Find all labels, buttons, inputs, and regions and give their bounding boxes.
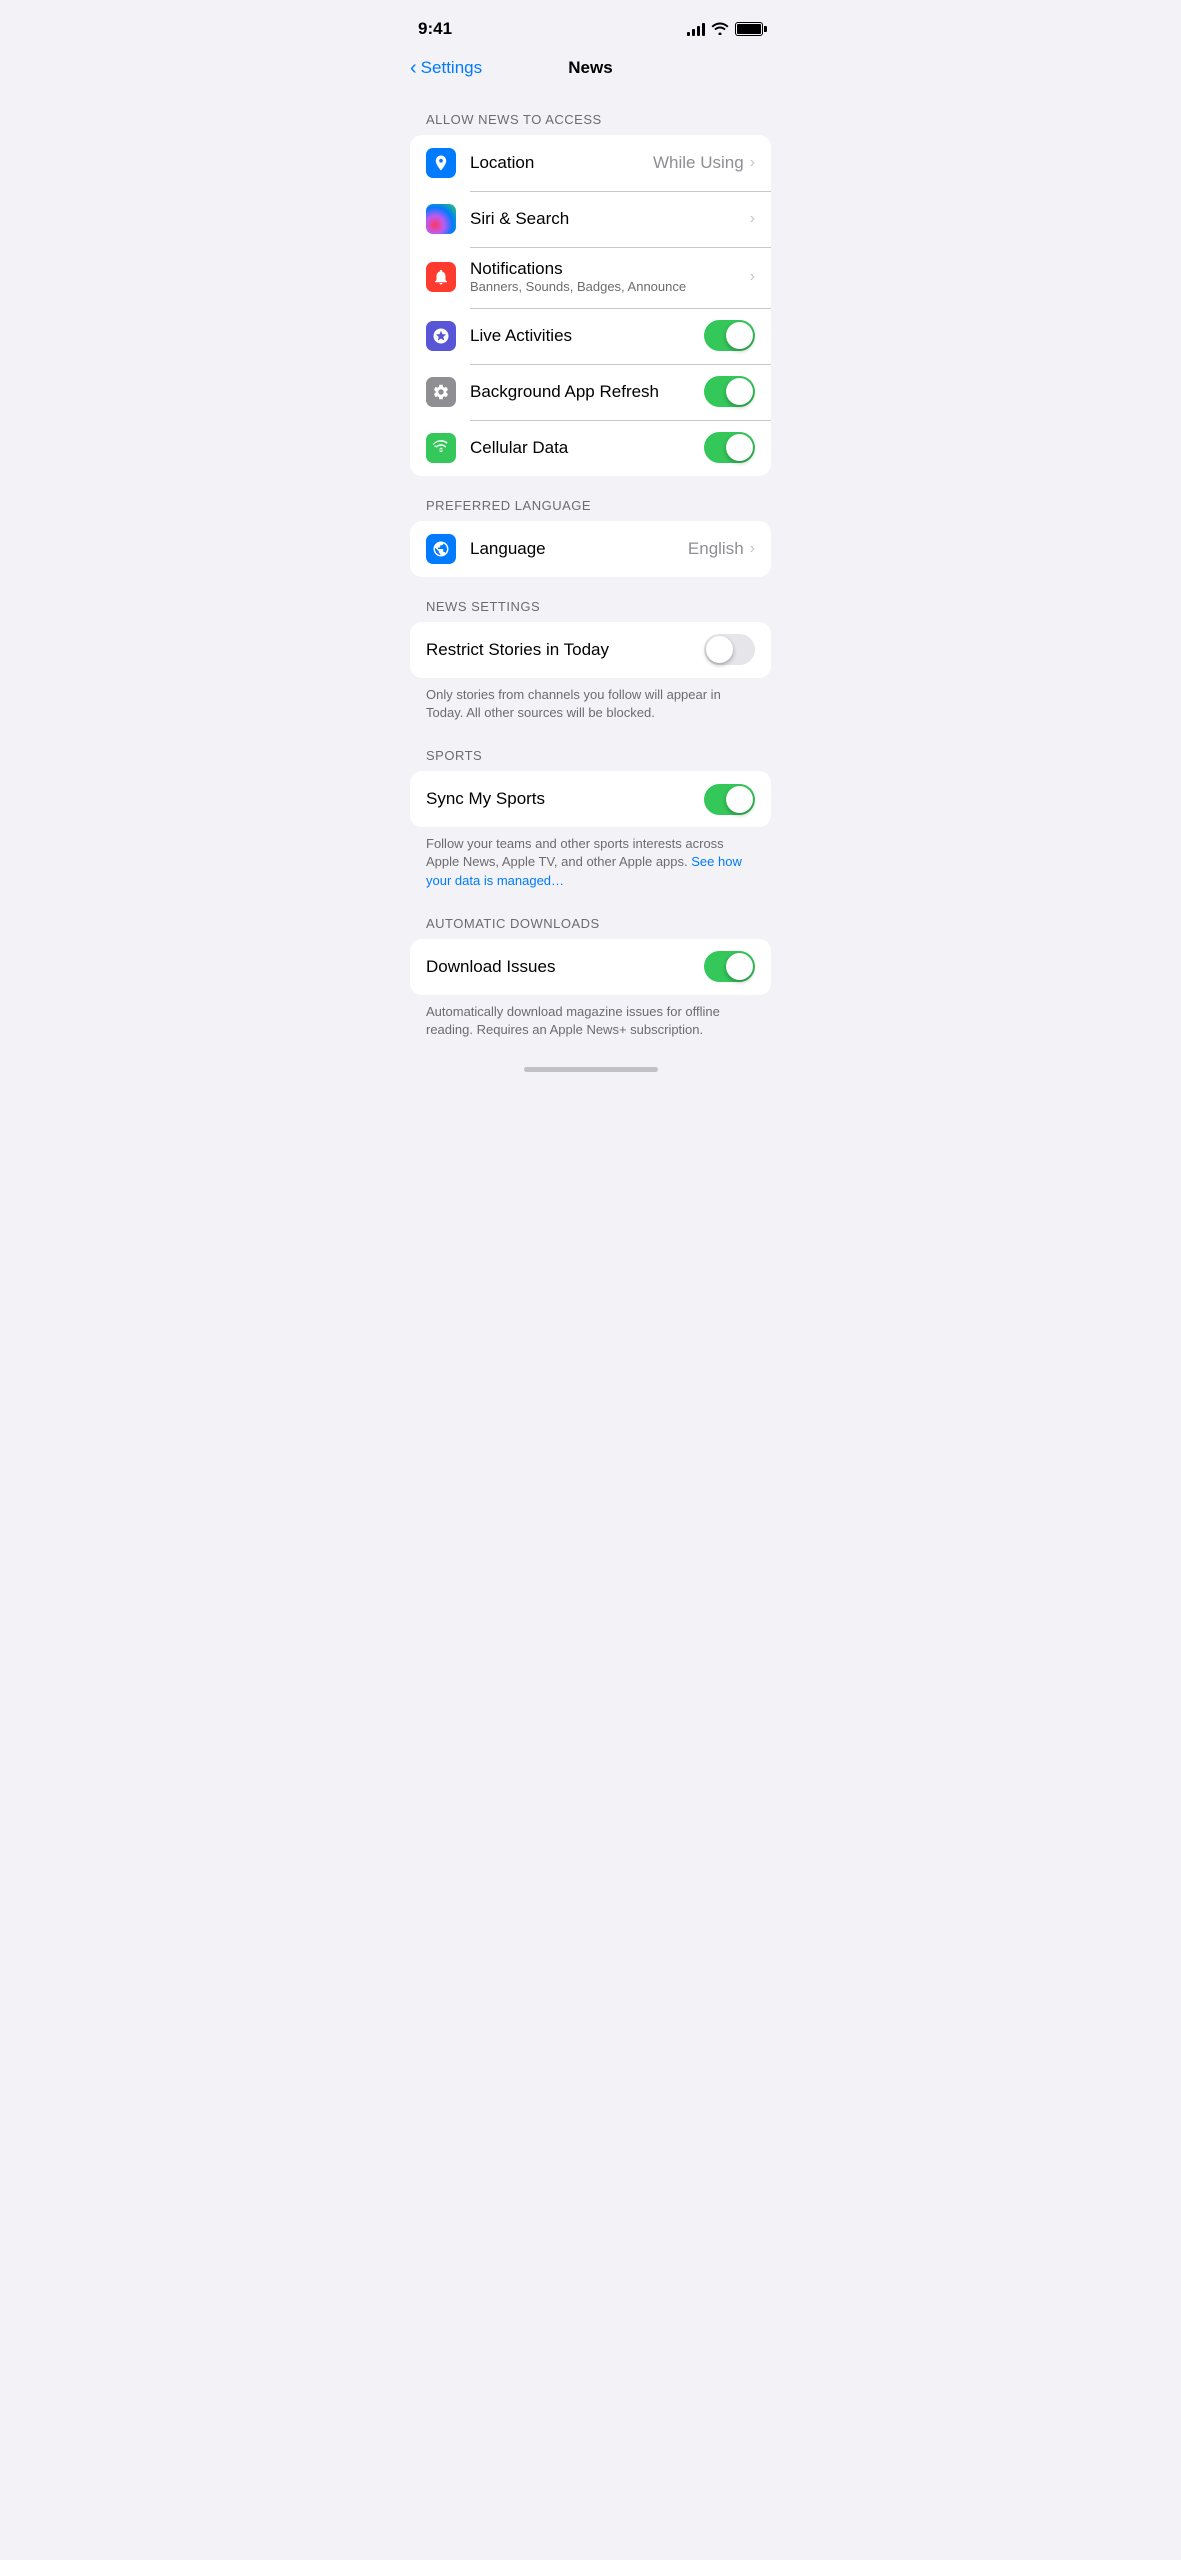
location-icon — [426, 148, 456, 178]
language-value: English — [688, 539, 744, 559]
status-icons — [687, 21, 763, 38]
downloads-label: AUTOMATIC DOWNLOADS — [394, 916, 787, 939]
back-button[interactable]: ‹ Settings — [410, 58, 482, 78]
back-chevron-icon: ‹ — [410, 58, 417, 78]
cellular-data-icon — [426, 433, 456, 463]
downloads-footer: Automatically download magazine issues f… — [394, 995, 787, 1043]
language-chevron-icon: › — [750, 540, 755, 558]
news-settings-footer: Only stories from channels you follow wi… — [394, 678, 787, 726]
allow-access-card: Location While Using › Siri & Search › N… — [410, 135, 771, 476]
siri-row[interactable]: Siri & Search › — [410, 191, 771, 247]
back-label: Settings — [421, 58, 482, 78]
home-bar — [524, 1067, 658, 1072]
language-section-label: PREFERRED LANGUAGE — [394, 498, 787, 521]
status-time: 9:41 — [418, 19, 452, 39]
downloads-card: Download Issues — [410, 939, 771, 995]
news-settings-card: Restrict Stories in Today — [410, 622, 771, 678]
live-activities-label: Live Activities — [470, 326, 704, 346]
restrict-stories-label: Restrict Stories in Today — [426, 640, 704, 660]
location-label: Location — [470, 153, 653, 173]
battery-icon — [735, 22, 763, 36]
notifications-label: Notifications — [470, 259, 750, 279]
globe-icon — [426, 534, 456, 564]
language-card: Language English › — [410, 521, 771, 577]
allow-access-section: ALLOW NEWS TO ACCESS Location While Usin… — [394, 112, 787, 476]
page-title: News — [568, 58, 612, 78]
nav-header: ‹ Settings News — [394, 50, 787, 90]
download-issues-row[interactable]: Download Issues — [410, 939, 771, 995]
notifications-label-block: Notifications Banners, Sounds, Badges, A… — [470, 259, 750, 296]
status-bar: 9:41 — [394, 0, 787, 50]
notifications-icon — [426, 262, 456, 292]
live-activities-icon — [426, 321, 456, 351]
location-chevron-icon: › — [750, 154, 755, 172]
notifications-row[interactable]: Notifications Banners, Sounds, Badges, A… — [410, 247, 771, 308]
download-issues-label: Download Issues — [426, 957, 704, 977]
signal-icon — [687, 22, 705, 36]
sync-sports-toggle[interactable] — [704, 784, 755, 815]
sports-card: Sync My Sports — [410, 771, 771, 827]
language-section: PREFERRED LANGUAGE Language English › — [394, 498, 787, 577]
downloads-section: AUTOMATIC DOWNLOADS Download Issues Auto… — [394, 916, 787, 1043]
language-label: Language — [470, 539, 688, 559]
live-activities-row[interactable]: Live Activities — [410, 308, 771, 364]
news-settings-label: NEWS SETTINGS — [394, 599, 787, 622]
notifications-sublabel: Banners, Sounds, Badges, Announce — [470, 279, 750, 296]
siri-label: Siri & Search — [470, 209, 750, 229]
background-refresh-label: Background App Refresh — [470, 382, 704, 402]
restrict-stories-toggle[interactable] — [704, 634, 755, 665]
home-indicator — [394, 1059, 787, 1078]
sports-label: SPORTS — [394, 748, 787, 771]
sports-section: SPORTS Sync My Sports Follow your teams … — [394, 748, 787, 894]
news-settings-section: NEWS SETTINGS Restrict Stories in Today … — [394, 599, 787, 726]
cellular-data-row[interactable]: Cellular Data — [410, 420, 771, 476]
cellular-data-label: Cellular Data — [470, 438, 704, 458]
cellular-data-toggle[interactable] — [704, 432, 755, 463]
siri-chevron-icon: › — [750, 210, 755, 228]
sync-sports-row[interactable]: Sync My Sports — [410, 771, 771, 827]
background-refresh-row[interactable]: Background App Refresh — [410, 364, 771, 420]
allow-access-label: ALLOW NEWS TO ACCESS — [394, 112, 787, 135]
language-row[interactable]: Language English › — [410, 521, 771, 577]
background-refresh-toggle[interactable] — [704, 376, 755, 407]
live-activities-toggle[interactable] — [704, 320, 755, 351]
notifications-chevron-icon: › — [750, 268, 755, 286]
location-row[interactable]: Location While Using › — [410, 135, 771, 191]
restrict-stories-row[interactable]: Restrict Stories in Today — [410, 622, 771, 678]
location-value: While Using — [653, 153, 744, 173]
download-issues-toggle[interactable] — [704, 951, 755, 982]
sports-footer: Follow your teams and other sports inter… — [394, 827, 787, 894]
sync-sports-label: Sync My Sports — [426, 789, 704, 809]
wifi-icon — [711, 21, 729, 38]
background-refresh-icon — [426, 377, 456, 407]
siri-icon — [426, 204, 456, 234]
